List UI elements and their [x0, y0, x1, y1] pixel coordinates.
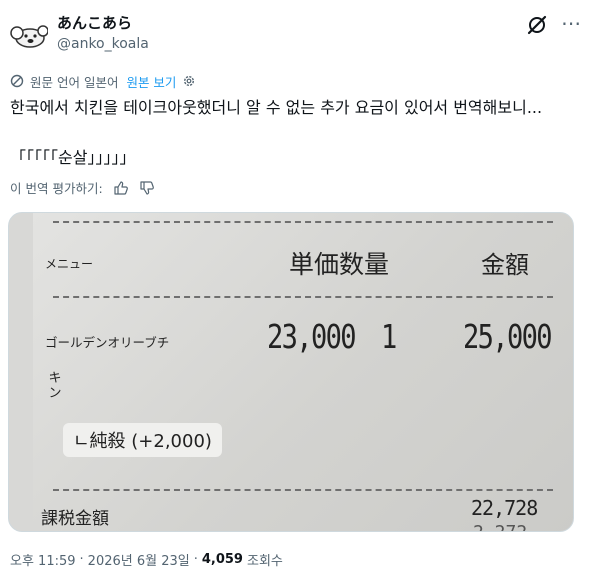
grok-button[interactable] [526, 14, 548, 36]
view-count: 4,059 [201, 552, 243, 567]
display-name[interactable]: あんこあら [57, 12, 132, 33]
receipt-divider [53, 221, 553, 223]
receipt-amount: 25,000 [463, 317, 553, 356]
receipt-taxable-label: 課税金額 [41, 509, 109, 529]
separator-dot: · [79, 552, 84, 567]
tweet-text-line: 「「「「「순살」」」」」 [10, 148, 136, 167]
tweet-date[interactable]: 2026년 6월 23일 [88, 550, 190, 569]
gear-icon[interactable] [182, 74, 196, 88]
receipt-divider [53, 489, 553, 491]
view-count-label: 조회수 [246, 554, 283, 569]
translation-source-label: 원문 언어 일본어 [30, 74, 119, 90]
receipt-photo[interactable]: メニュー 単価数量 金額 ゴールデンオリーブチ 23,000 1 25,000 … [8, 212, 574, 532]
receipt-item-name: ゴールデンオリーブチ [45, 335, 170, 350]
translate-icon [10, 74, 24, 88]
receipt-item-name-overflow: キン [48, 371, 62, 401]
receipt-menu-label: メニュー [45, 257, 94, 271]
tweet-text-line: 한국에서 치킨을 테이크아웃했더니 알 수 없는 추가 요금이 있어서 번역해보… [10, 98, 543, 117]
translation-bar: 원문 언어 일본어 원본 보기 [10, 72, 196, 90]
receipt-unit-price: 23,000 [267, 317, 357, 356]
rate-translation-label: 이 번역 평가하기: [10, 181, 103, 196]
receipt-taxable-value: 22,728 [471, 496, 538, 520]
receipt-quantity: 1 [381, 317, 398, 356]
more-options-icon[interactable]: ⋯ [558, 13, 584, 36]
avatar[interactable] [8, 14, 48, 54]
tweet-time[interactable]: 오후 11:59 [10, 550, 76, 569]
receipt-option-line: ㄴ純殺 (+2,000) [63, 423, 222, 457]
receipt-divider [53, 296, 553, 298]
thumbs-up-icon[interactable] [113, 180, 129, 196]
koala-avatar-icon [10, 25, 48, 48]
user-handle[interactable]: @anko_koala [57, 36, 149, 52]
thumbs-down-icon[interactable] [139, 180, 155, 196]
rate-translation-row: 이 번역 평가하기: [10, 178, 155, 197]
grok-icon [527, 15, 547, 35]
show-original-link[interactable]: 원본 보기 [126, 72, 176, 91]
tweet-metadata: 오후 11:59 · 2026년 6월 23일 · 4,059 조회수 [10, 550, 283, 569]
separator-dot: · [193, 552, 198, 567]
receipt-cut-value: 2,272 [473, 522, 527, 531]
receipt-unit-qty-header: 単価数量 [289, 250, 390, 279]
receipt-amount-header: 金額 [481, 251, 529, 279]
